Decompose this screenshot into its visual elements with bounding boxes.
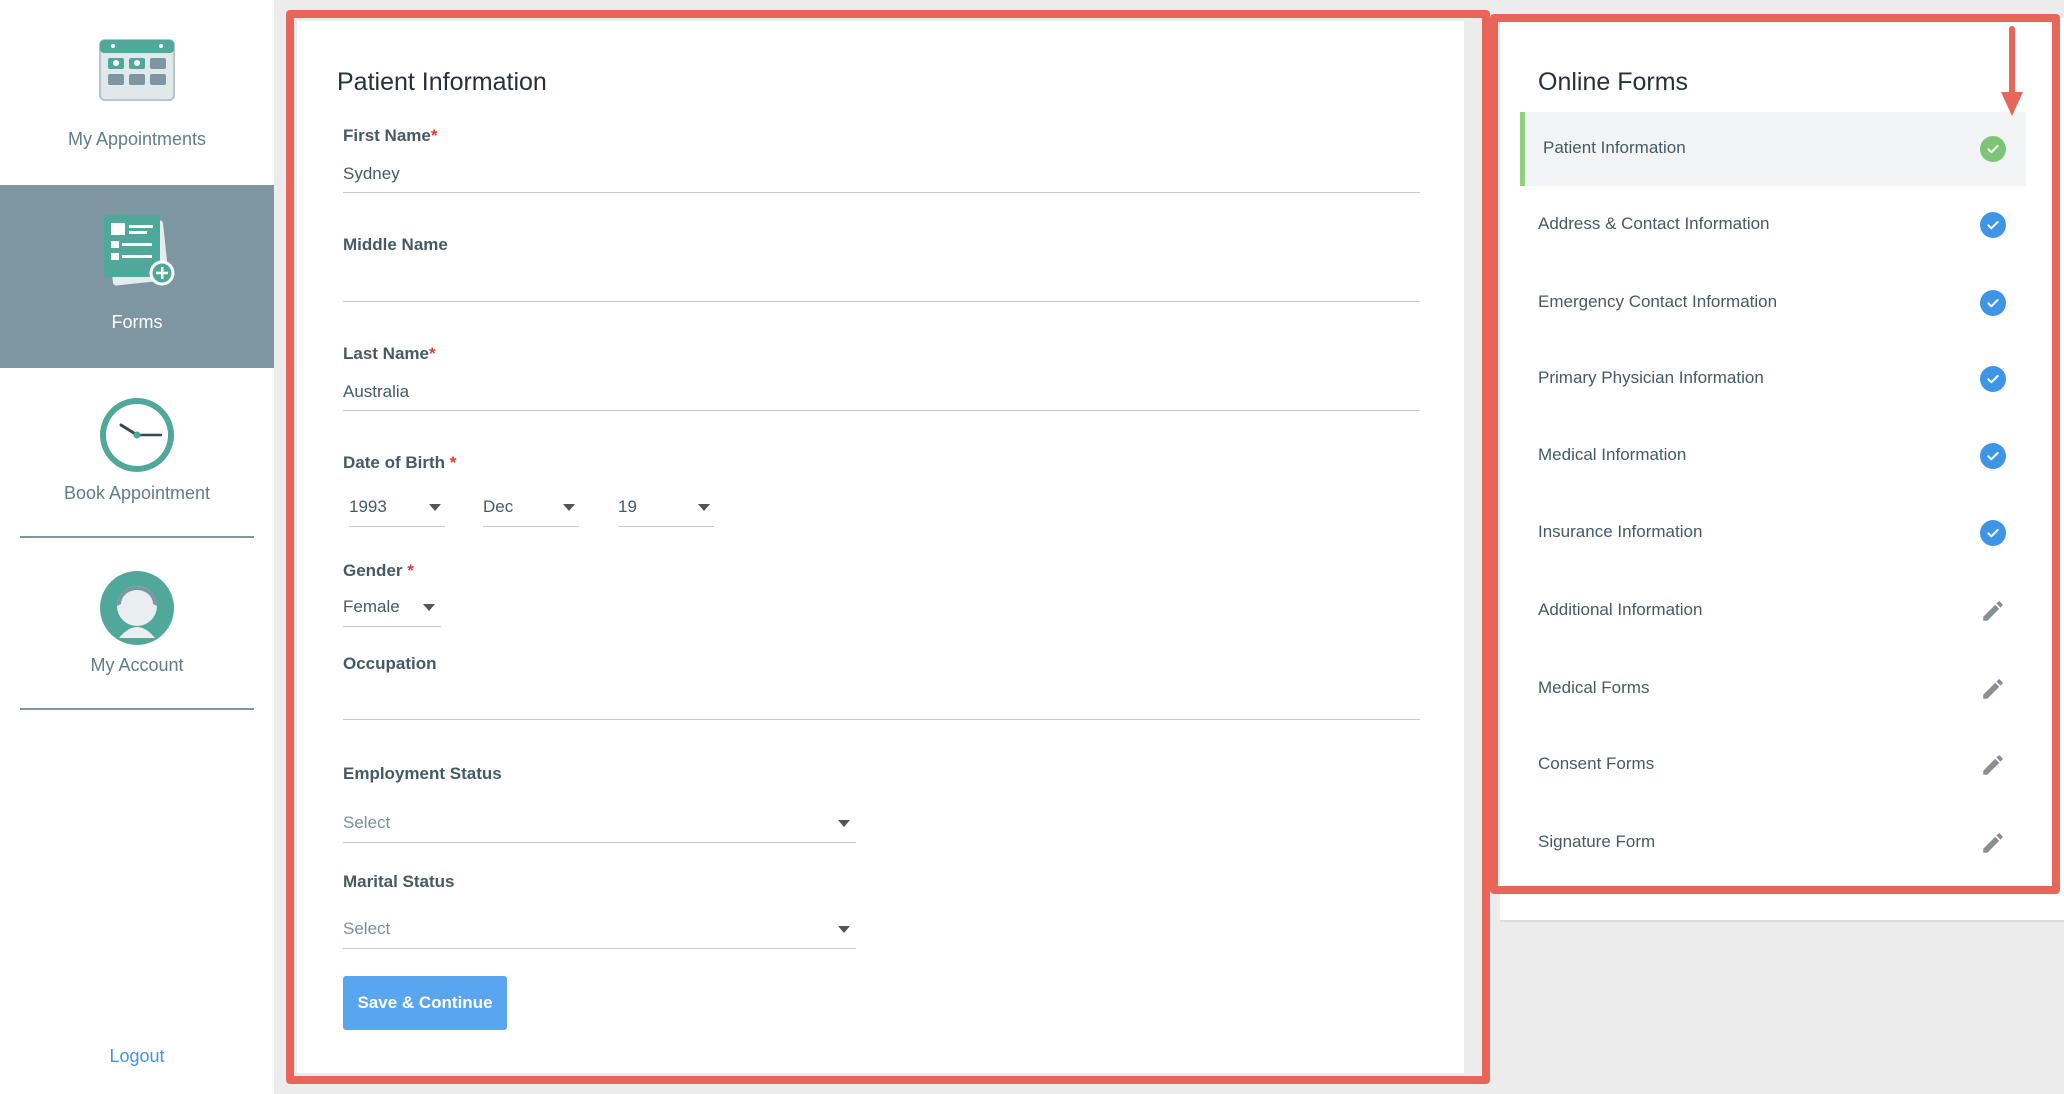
highlight-frame-form — [286, 10, 1490, 1084]
nav-label-book-appointment: Book Appointment — [63, 483, 211, 503]
online-forms-footer-area — [1500, 920, 2064, 1094]
nav-label-my-account: My Account — [90, 655, 184, 675]
nav-label-my-appointments: My Appointments — [67, 129, 207, 149]
user-icon — [100, 571, 174, 645]
nav-item-book-appointment[interactable]: Book Appointment — [0, 368, 274, 536]
nav-item-my-account[interactable]: My Account — [0, 540, 274, 708]
forms-icon — [104, 215, 175, 286]
side-nav: My Appointments Forms Book Appointment M… — [0, 0, 274, 1094]
down-arrow-icon — [2001, 26, 2023, 116]
nav-item-forms[interactable]: Forms — [0, 185, 274, 368]
nav-label-forms: Forms — [111, 312, 163, 332]
clock-icon — [100, 398, 174, 472]
calendar-icon — [99, 39, 175, 101]
highlight-frame-online-forms — [1490, 14, 2060, 894]
nav-item-my-appointments[interactable]: My Appointments — [0, 0, 274, 185]
nav-divider — [20, 708, 254, 710]
nav-divider — [20, 536, 254, 538]
logout-link[interactable]: Logout — [0, 1046, 274, 1067]
